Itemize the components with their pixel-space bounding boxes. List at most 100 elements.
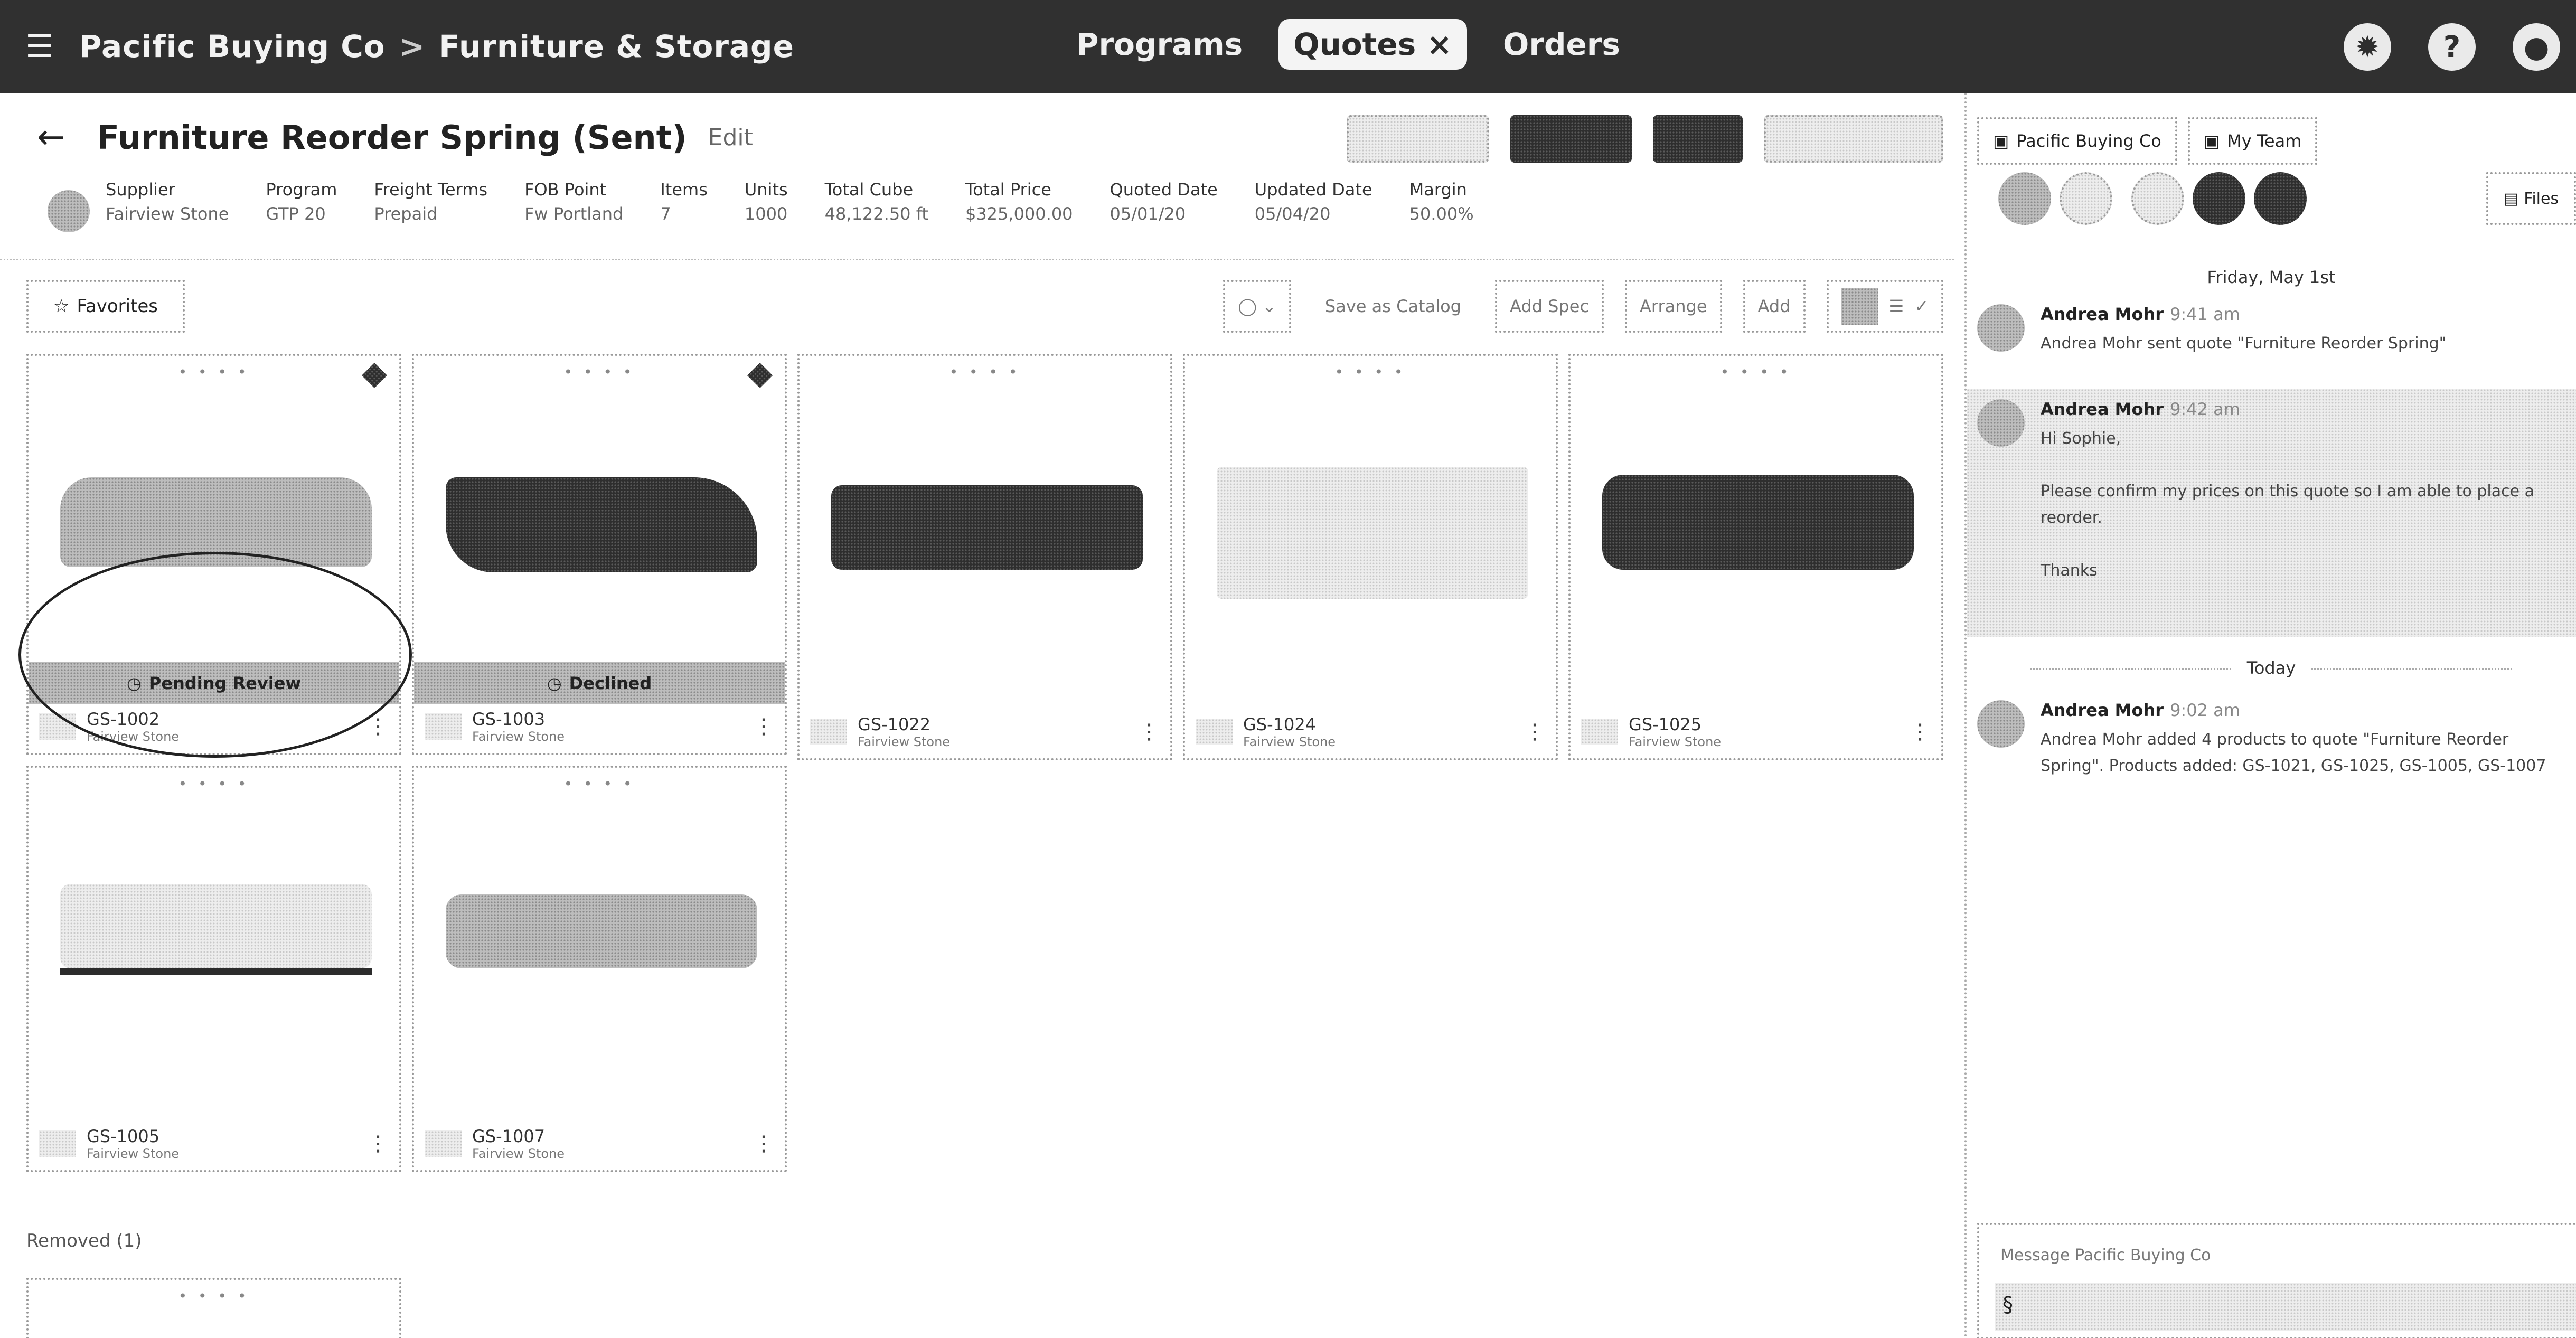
chevron-down-icon: ⌄: [1262, 296, 1276, 316]
action-button-2[interactable]: [1510, 115, 1632, 163]
product-code: GS-1024: [1243, 714, 1317, 734]
product-card[interactable]: • • • • ◷ Declined GS-1003 Fairview Stone…: [412, 354, 787, 755]
more-options-icon[interactable]: ⋮: [368, 714, 389, 739]
nav-orders[interactable]: Orders: [1488, 19, 1635, 70]
message-author-name: Andrea Mohr: [2041, 304, 2164, 324]
avatar[interactable]: [2131, 172, 2184, 225]
stat-value: 48,122.50 ft: [824, 204, 928, 224]
quote-actions: [1347, 115, 1943, 163]
stat-value: 05/01/20: [1110, 204, 1186, 224]
stat-key: Program: [266, 180, 337, 200]
divider: [0, 259, 1954, 260]
action-button-1[interactable]: [1347, 115, 1489, 163]
user-avatar-icon[interactable]: ●: [2513, 23, 2560, 71]
action-button-3[interactable]: [1653, 115, 1743, 163]
back-arrow-icon[interactable]: ←: [37, 118, 65, 157]
favorites-button[interactable]: ☆ Favorites: [26, 280, 185, 333]
save-as-catalog-button[interactable]: Save as Catalog: [1312, 280, 1474, 333]
nav-quotes-label: Quotes: [1293, 26, 1416, 62]
stat-key: Units: [744, 180, 788, 200]
status-banner: ◷ Declined: [414, 662, 785, 704]
tab-pacific-buying-co[interactable]: ▣ Pacific Buying Co: [1977, 117, 2177, 165]
product-supplier: Fairview Stone: [1243, 734, 1336, 749]
grid-view-icon[interactable]: [1841, 288, 1878, 325]
hamburger-menu-icon[interactable]: ☰: [0, 28, 79, 65]
more-options-icon[interactable]: ⋮: [1139, 720, 1160, 744]
tab-my-team[interactable]: ▣ My Team: [2187, 117, 2318, 165]
files-button[interactable]: ▤ Files: [2486, 172, 2576, 225]
product-image: [446, 477, 757, 572]
product-card[interactable]: • • • • GS-1005 Fairview Stone ⋮: [26, 766, 401, 1172]
removed-section-label[interactable]: Removed (1): [26, 1230, 142, 1251]
check-icon[interactable]: ✓: [1914, 296, 1929, 316]
composer-placeholder: Message Pacific Buying Co: [2000, 1246, 2211, 1265]
avatar[interactable]: [2254, 172, 2307, 225]
supplier-icon: [1196, 719, 1233, 745]
message-composer: Message Pacific Buying Co §: [1977, 1223, 2576, 1338]
stat-margin: Margin 50.00%: [1409, 180, 1474, 224]
attach-icon[interactable]: §: [2002, 1293, 2013, 1317]
product-card[interactable]: • • • • GS-1025 Fairview Stone ⋮: [1568, 354, 1943, 760]
add-button[interactable]: Add: [1743, 280, 1806, 333]
stat-key: Freight Terms: [374, 180, 488, 200]
product-code: GS-1022: [858, 714, 931, 734]
participant-avatars: [1998, 172, 2307, 225]
message-author: Andrea Mohr 9:42 am: [2041, 399, 2240, 419]
product-supplier: Fairview Stone: [858, 734, 951, 749]
nav-quotes-close-icon[interactable]: ×: [1426, 26, 1452, 62]
avatar[interactable]: [2193, 172, 2245, 225]
nav-programs[interactable]: Programs: [1061, 19, 1257, 70]
activity-message: Andrea Mohr 9:02 am Andrea Mohr added 4 p…: [1977, 700, 2576, 827]
settings-gear-icon[interactable]: ✹: [2344, 23, 2391, 71]
stat-value: Fw Portland: [524, 204, 624, 224]
grid-toolbar: ☆ Favorites ◯ ⌄ Save as Catalog Add Spec…: [0, 280, 1954, 338]
stat-updated-date: Updated Date 05/04/20: [1255, 180, 1372, 224]
product-supplier: Fairview Stone: [87, 1146, 180, 1161]
date-separator: Today: [1967, 658, 2576, 678]
avatar: [1977, 700, 2025, 748]
add-spec-button[interactable]: Add Spec: [1494, 280, 1604, 333]
action-button-4[interactable]: [1764, 115, 1943, 163]
card-footer: GS-1003 Fairview Stone ⋮: [425, 709, 774, 744]
breadcrumb-org[interactable]: Pacific Buying Co: [79, 29, 386, 64]
more-options-icon[interactable]: ⋮: [1910, 720, 1931, 744]
message-input[interactable]: §: [1995, 1283, 2576, 1331]
stat-program: Program GTP 20: [266, 180, 337, 224]
stat-supplier: Supplier Fairview Stone: [106, 180, 229, 224]
supplier-icon: [1581, 719, 1618, 745]
breadcrumb-category[interactable]: Furniture & Storage: [439, 29, 794, 64]
select-dropdown[interactable]: ◯ ⌄: [1223, 280, 1291, 333]
card-footer: GS-1024 Fairview Stone ⋮: [1196, 714, 1545, 749]
toolbar-actions: ◯ ⌄ Save as Catalog Add Spec Arrange Add…: [1223, 280, 1943, 333]
stat-total-cube: Total Cube 48,122.50 ft: [825, 180, 928, 224]
files-label: Files: [2524, 189, 2559, 208]
more-options-icon[interactable]: ⋮: [753, 1132, 774, 1156]
arrange-button[interactable]: Arrange: [1625, 280, 1722, 333]
edit-title-button[interactable]: Edit: [708, 124, 753, 151]
avatar[interactable]: [1998, 172, 2051, 225]
checkbox-icon: ◯: [1238, 296, 1257, 316]
quote-stats: Supplier Fairview Stone Program GTP 20 Fre…: [0, 180, 1954, 253]
product-card[interactable]: • • • • GS-1024 Fairview Stone ⋮: [1183, 354, 1558, 760]
list-view-icon[interactable]: ☰: [1889, 296, 1904, 316]
more-options-icon[interactable]: ⋮: [1524, 720, 1545, 744]
product-code: GS-1005: [87, 1126, 160, 1146]
product-card[interactable]: • • • • GS-1022 Fairview Stone ⋮: [797, 354, 1172, 760]
stat-value: 05/04/20: [1254, 204, 1331, 224]
supplier-icon: [425, 713, 462, 740]
avatar[interactable]: [2060, 172, 2112, 225]
stat-value: 50.00%: [1409, 204, 1474, 224]
removed-product-card[interactable]: • • • •: [26, 1278, 401, 1338]
activity-message: Andrea Mohr 9:41 am Andrea Mohr sent quot…: [1977, 304, 2576, 378]
help-icon[interactable]: ?: [2428, 23, 2476, 71]
view-toggle[interactable]: ☰ ✓: [1826, 280, 1943, 333]
activity-panel: ▣ Pacific Buying Co ▣ My Team ▤ Files Fr…: [1964, 93, 2576, 1338]
more-options-icon[interactable]: ⋮: [368, 1132, 389, 1156]
message-author: Andrea Mohr 9:02 am: [2041, 700, 2240, 720]
more-options-icon[interactable]: ⋮: [753, 714, 774, 739]
product-card[interactable]: • • • • GS-1007 Fairview Stone ⋮: [412, 766, 787, 1172]
stat-key: Quoted Date: [1110, 180, 1218, 200]
tab-label: Pacific Buying Co: [2016, 131, 2161, 151]
stat-total-price: Total Price $325,000.00: [965, 180, 1073, 224]
nav-quotes[interactable]: Quotes ×: [1278, 19, 1468, 70]
